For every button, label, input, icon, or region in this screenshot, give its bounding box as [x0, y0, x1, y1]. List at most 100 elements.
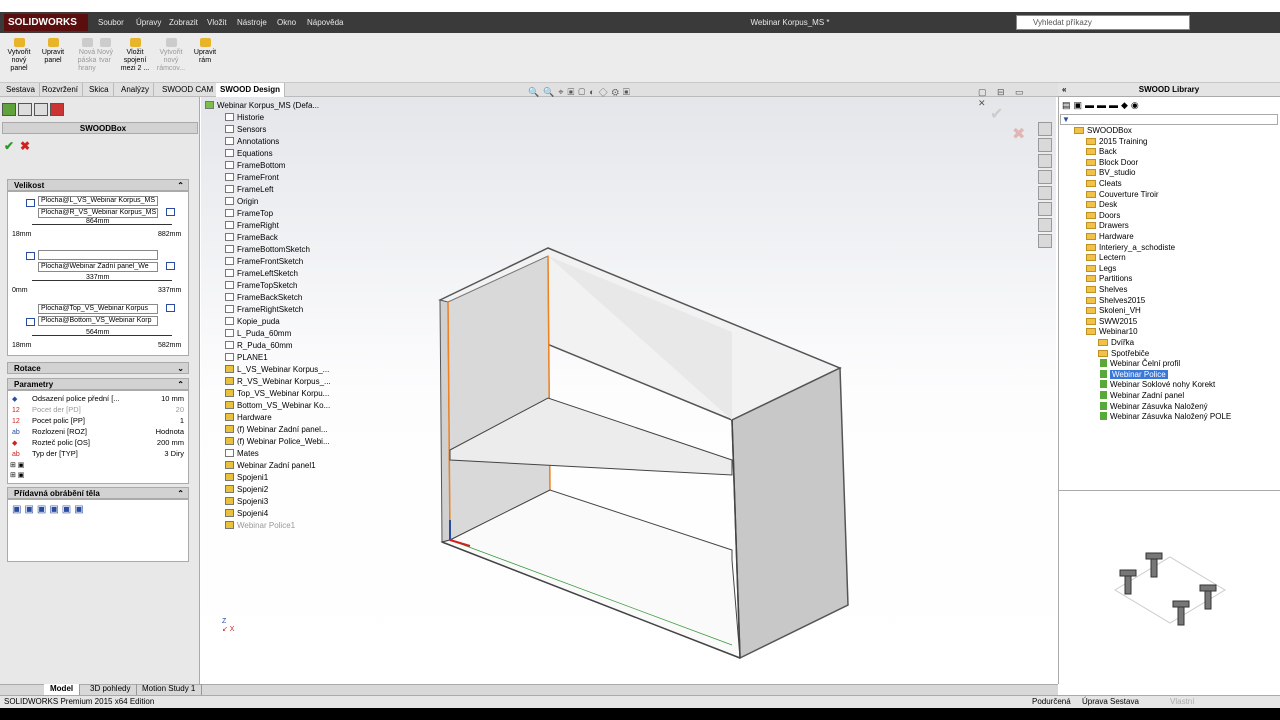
property-manager-icon[interactable]: [18, 103, 32, 116]
tab-5[interactable]: SWOOD Design: [216, 83, 286, 97]
face-left-field[interactable]: Plocha@L_VS_Webinar Korpus_MS: [38, 196, 158, 206]
tree-item[interactable]: L_VS_Webinar Korpus_...: [225, 364, 329, 376]
design-icon[interactable]: [1038, 234, 1052, 248]
library-folder[interactable]: Interiery_a_schodiste: [1086, 243, 1175, 254]
ok-icon[interactable]: ✔: [4, 139, 14, 153]
tree-item[interactable]: PLANE1: [225, 352, 268, 364]
face-bottom-field[interactable]: Plocha@Bottom_VS_Webinar Korp: [38, 316, 158, 326]
tree-item[interactable]: Webinar Police1: [225, 520, 295, 532]
view-palette-icon[interactable]: [1038, 170, 1052, 184]
face-right-field[interactable]: Plocha@R_VS_Webinar Korpus_MS: [38, 208, 158, 218]
tree-item[interactable]: Spojeni2: [225, 484, 268, 496]
tree-item[interactable]: R_VS_Webinar Korpus_...: [225, 376, 331, 388]
library-folder[interactable]: Couverture Tiroir: [1086, 190, 1159, 201]
tree-item[interactable]: FrameLeft: [225, 184, 273, 196]
param-row[interactable]: ab Rozlozeni [ROZ] Hodnota: [12, 426, 188, 437]
library-part[interactable]: Webinar Soklové nohy Korekt: [1100, 380, 1215, 391]
tree-root[interactable]: Webinar Korpus_MS (Defa...: [205, 100, 319, 112]
library-folder[interactable]: Doors: [1086, 211, 1120, 222]
library-folder[interactable]: Back: [1086, 147, 1117, 158]
tree-item[interactable]: (f) Webinar Police_Webi...: [225, 436, 330, 448]
menu-0[interactable]: Soubor: [98, 12, 124, 33]
library-filter-input[interactable]: ▼: [1060, 114, 1278, 125]
bottom-tab-2[interactable]: Motion Study 1: [136, 684, 203, 695]
ribbon-button-0[interactable]: Vytvořit nový panel: [2, 38, 36, 73]
tree-expand-icon[interactable]: ⊞ ▣: [10, 471, 24, 479]
library-folder[interactable]: Hardware: [1086, 232, 1134, 243]
library-part[interactable]: Webinar Zadní panel: [1100, 391, 1184, 402]
expand-icon[interactable]: ⌄: [177, 363, 188, 374]
tree-item[interactable]: Spojeni4: [225, 508, 268, 520]
tree-item[interactable]: Bottom_VS_Webinar Ko...: [225, 400, 330, 412]
menu-3[interactable]: Vložit: [207, 12, 227, 33]
tree-item[interactable]: Historie: [225, 112, 264, 124]
machining-icons[interactable]: ▣▣▣▣▣▣: [8, 500, 188, 515]
tree-item[interactable]: FrameFront: [225, 172, 279, 184]
tree-item[interactable]: FrameBottomSketch: [225, 244, 310, 256]
library-folder[interactable]: Lectern: [1086, 253, 1126, 264]
library-part[interactable]: Webinar Zásuvka Naložený POLE: [1100, 412, 1231, 423]
confirm-corner-ok-icon[interactable]: ✔: [990, 104, 1003, 124]
tree-item[interactable]: Origin: [225, 196, 258, 208]
tree-item[interactable]: Spojeni1: [225, 472, 268, 484]
menu-4[interactable]: Nástroje: [237, 12, 267, 33]
collapse-icon[interactable]: ⌃: [177, 180, 188, 191]
tree-expand-icon[interactable]: ⊞ ▣: [10, 461, 24, 469]
tree-item[interactable]: Equations: [225, 148, 273, 160]
face-back-field[interactable]: Plocha@Webinar Zadní panel_We: [38, 262, 158, 272]
library-folder[interactable]: BV_studio: [1086, 168, 1135, 179]
tree-item[interactable]: L_Puda_60mm: [225, 328, 291, 340]
library-folder[interactable]: Shelves2015: [1086, 296, 1145, 307]
heads-up-view-toolbar[interactable]: 🔍🔍⌖▣▢◐◇⚙▣: [528, 87, 728, 99]
ribbon-button-1[interactable]: Upravit panel: [36, 38, 70, 65]
face-front-field[interactable]: [38, 250, 158, 260]
tree-item[interactable]: FrameBack: [225, 232, 278, 244]
tree-item[interactable]: R_Puda_60mm: [225, 340, 293, 352]
menu-1[interactable]: Úpravy: [136, 12, 161, 33]
bottom-tab-1[interactable]: 3D pohledy: [84, 684, 138, 695]
tree-item[interactable]: FrameLeftSketch: [225, 268, 298, 280]
custom-props-icon[interactable]: [1038, 202, 1052, 216]
parametry-header[interactable]: Parametry ⌃: [7, 378, 189, 390]
library-icon[interactable]: [1038, 138, 1052, 152]
library-folder[interactable]: Desk: [1086, 200, 1117, 211]
library-part[interactable]: Webinar Zásuvka Naložený: [1100, 401, 1208, 413]
library-subfolder[interactable]: Spotřebiče: [1098, 349, 1149, 360]
tree-item[interactable]: Mates: [225, 448, 259, 460]
library-folder[interactable]: 2015 Training: [1086, 137, 1147, 148]
rotace-header[interactable]: Rotace ⌄: [7, 362, 189, 374]
swood-icon[interactable]: [1038, 218, 1052, 232]
param-row[interactable]: 12 Pocet der [PD] 20: [12, 404, 188, 415]
tab-4[interactable]: SWOOD CAM: [158, 83, 219, 97]
tab-2[interactable]: Skica: [85, 83, 114, 97]
tree-item[interactable]: FrameBottom: [225, 160, 285, 172]
solidworks-logo[interactable]: SOLIDWORKS: [4, 14, 88, 31]
cancel-icon[interactable]: ✖: [20, 139, 30, 153]
library-folder[interactable]: Cleats: [1086, 179, 1122, 190]
collapse-pane-icon[interactable]: «: [1062, 83, 1066, 97]
menu-2[interactable]: Zobrazit: [169, 12, 198, 33]
velikost-header[interactable]: Velikost ⌃: [7, 179, 189, 191]
library-toolbar[interactable]: ▤▣▬▬▬◆◉: [1062, 100, 1172, 112]
library-subfolder[interactable]: Dvířka: [1098, 338, 1134, 349]
tree-item[interactable]: Sensors: [225, 124, 266, 136]
menu-6[interactable]: Nápověda: [307, 12, 343, 33]
tree-item[interactable]: FrameTopSketch: [225, 280, 297, 292]
tree-item[interactable]: Kopie_puda: [225, 316, 280, 328]
config-manager-icon[interactable]: [34, 103, 48, 116]
ribbon-button-4[interactable]: Vložit spojení mezi 2 ...: [118, 38, 152, 73]
library-part[interactable]: Webinar Čelní profil: [1100, 359, 1180, 370]
tree-item[interactable]: Webinar Zadní panel1: [225, 460, 316, 472]
param-row[interactable]: 12 Pocet polic [PP] 1: [12, 415, 188, 426]
ribbon-button-6[interactable]: Upravit rám: [188, 38, 222, 65]
pridavna-header[interactable]: Přídavná obrábění těla ⌃: [7, 487, 189, 499]
appearance-icon[interactable]: [1038, 186, 1052, 200]
collapse-icon[interactable]: ⌃: [177, 488, 188, 499]
tree-item[interactable]: FrameFrontSketch: [225, 256, 303, 268]
tree-item[interactable]: FrameBackSketch: [225, 292, 302, 304]
tree-item[interactable]: (f) Webinar Zadní panel...: [225, 424, 328, 436]
param-row[interactable]: ◆ Rozteč polic [OS] 200 mm: [12, 437, 188, 448]
library-folder[interactable]: Block Door: [1086, 158, 1138, 169]
library-folder[interactable]: Partitions: [1086, 274, 1132, 285]
tab-1[interactable]: Rozvržení: [38, 83, 84, 97]
